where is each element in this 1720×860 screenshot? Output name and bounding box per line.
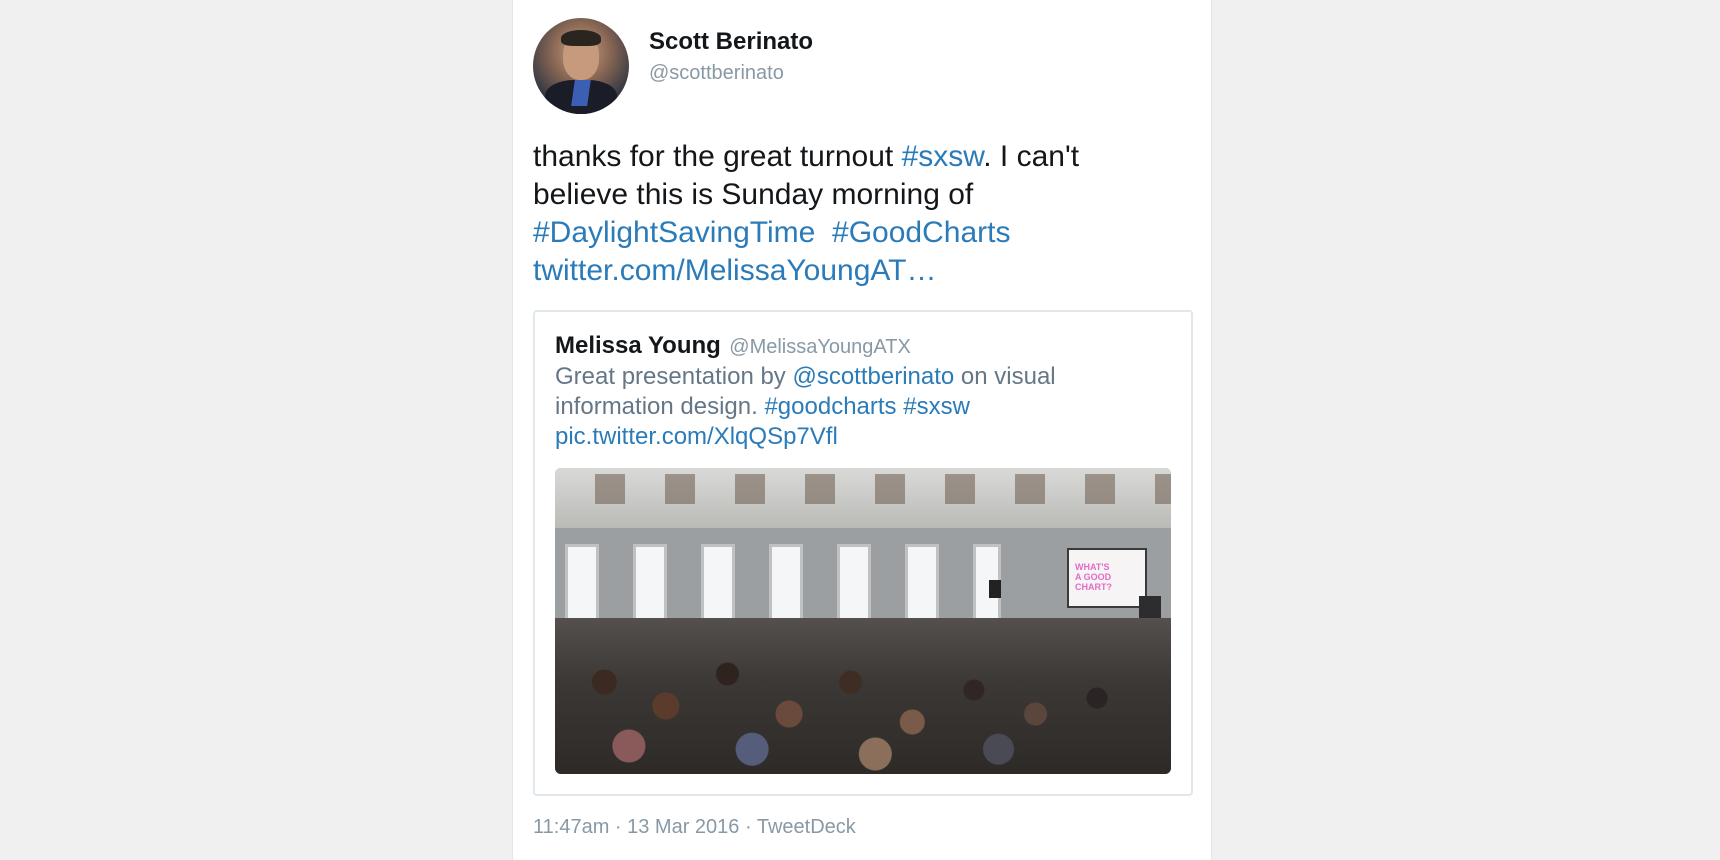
quoted-tweet[interactable]: Melissa Young @MelissaYoungATX Great pre… (533, 310, 1193, 796)
hashtag-sxsw-quoted[interactable]: #sxsw (903, 393, 970, 420)
avatar-hair (561, 30, 601, 46)
quoted-author-name[interactable]: Melissa Young (555, 332, 721, 359)
mention-scottberinato[interactable]: @scottberinato (792, 363, 954, 390)
hashtag-daylightsavingtime[interactable]: #DaylightSavingTime (533, 216, 815, 249)
presentation-screen-text: WHAT'S A GOOD CHART? (1075, 562, 1112, 592)
quoted-author-handle[interactable]: @MelissaYoungATX (729, 336, 911, 358)
author-handle[interactable]: @scottberinato (649, 60, 813, 86)
tweet-text-part1: thanks for the great turnout (533, 140, 902, 173)
photo-audience (555, 618, 1171, 774)
quoted-text-part1: Great presentation by (555, 363, 793, 390)
author-info: Scott Berinato @scottberinato (649, 28, 813, 86)
presentation-screen: WHAT'S A GOOD CHART? (1067, 548, 1147, 608)
hashtag-goodcharts-lower[interactable]: #goodcharts (764, 393, 896, 420)
photo-speaker (989, 580, 1001, 598)
avatar[interactable] (533, 18, 629, 114)
tweet-text: thanks for the great turnout #sxsw. I ca… (533, 138, 1173, 290)
hashtag-goodcharts[interactable]: #GoodCharts (832, 216, 1010, 249)
hashtag-sxsw[interactable]: #sxsw (902, 140, 984, 173)
tweet-header: Scott Berinato @scottberinato (533, 18, 813, 114)
screen-text-line: A GOOD (1075, 572, 1112, 582)
screen-text-line: WHAT'S (1075, 562, 1110, 572)
quoted-tweet-text: Great presentation by @scottberinato on … (555, 362, 1175, 452)
quoted-tweet-header: Melissa Young @MelissaYoungATX (555, 332, 911, 360)
author-display-name[interactable]: Scott Berinato (649, 28, 813, 56)
tweet-card: Scott Berinato @scottberinato thanks for… (512, 0, 1212, 860)
screen-text-line: CHART? (1075, 582, 1112, 592)
tweet-timestamp-source[interactable]: 11:47am · 13 Mar 2016 · TweetDeck (533, 816, 856, 839)
conference-photo[interactable]: WHAT'S A GOOD CHART? (555, 468, 1171, 774)
quoted-tweet-url[interactable]: twitter.com/MelissaYoungAT… (533, 254, 937, 287)
pic-link[interactable]: pic.twitter.com/XlqQSp7Vfl (555, 423, 838, 450)
ceiling-lights (555, 474, 1171, 504)
